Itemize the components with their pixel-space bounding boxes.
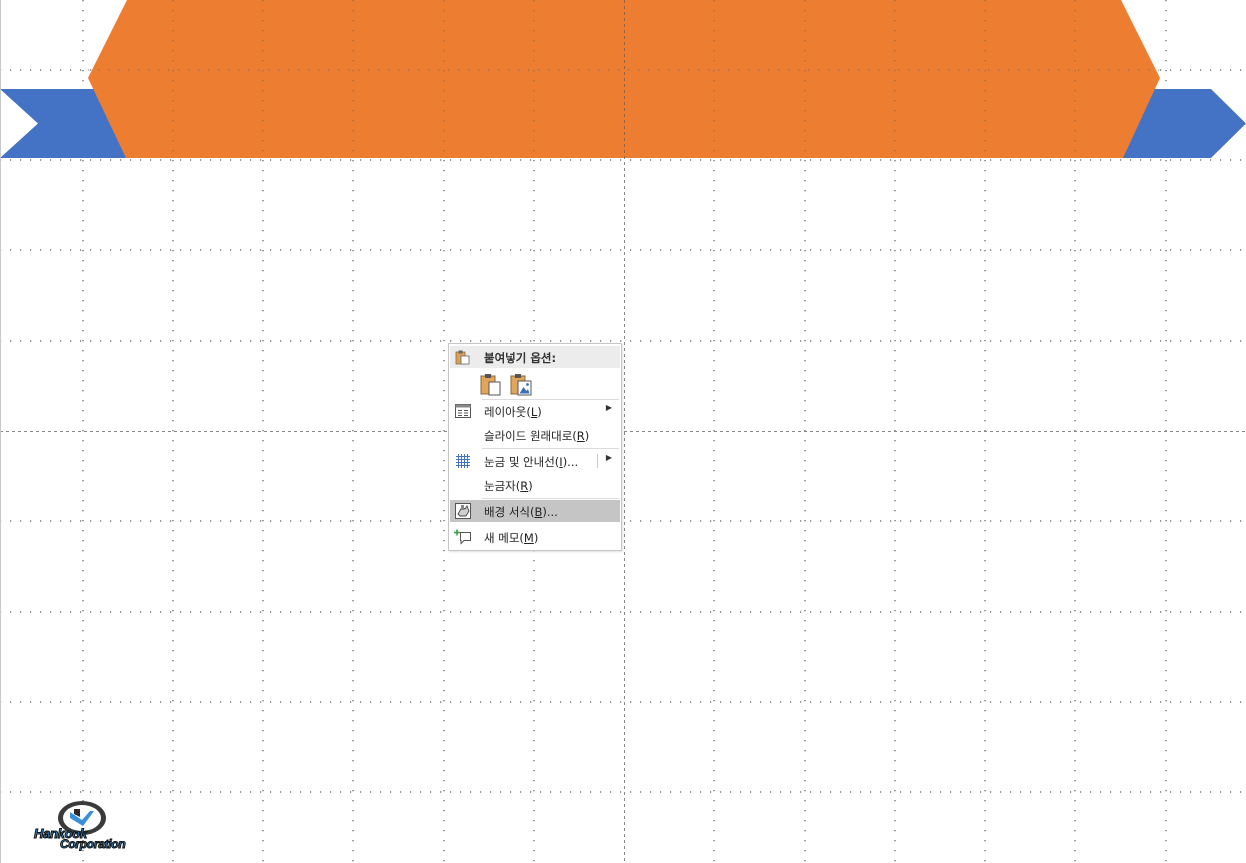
menu-item-reset-slide[interactable]: 슬라이드 원래대로(R): [450, 424, 620, 446]
slide-left-edge: [0, 0, 1, 863]
submenu-arrow-icon: ▶: [605, 403, 612, 412]
menu-item-label: 배경 서식(B)...: [484, 505, 558, 519]
menu-item-new-comment[interactable]: 새 메모(M): [450, 526, 620, 548]
layout-icon: [455, 404, 471, 418]
menu-item-format-background[interactable]: 배경 서식(B)...: [450, 500, 620, 522]
new-comment-icon: [454, 529, 471, 545]
paste-options-header: 붙여넣기 옵션:: [450, 346, 620, 368]
slide-canvas[interactable]: Hankook Corporation 붙여넣기 옵션: 레이아웃(L) ▶ 슬…: [0, 0, 1246, 863]
menu-item-ruler[interactable]: 눈금자(R): [450, 474, 620, 496]
paste-option-picture[interactable]: [508, 371, 534, 397]
menu-separator: [482, 498, 619, 499]
menu-item-layout[interactable]: 레이아웃(L) ▶: [450, 400, 620, 422]
menu-item-label: 새 메모(M): [484, 531, 539, 545]
company-logo: Hankook Corporation: [30, 798, 142, 854]
context-menu: 붙여넣기 옵션: 레이아웃(L) ▶ 슬라이드 원래대로(R) 눈금 및 안내선…: [448, 343, 622, 551]
menu-item-label: 슬라이드 원래대로(R): [484, 429, 590, 443]
clipboard-page-icon: [480, 374, 501, 396]
paste-option-use-destination-theme[interactable]: [478, 371, 504, 397]
banner-guides-overlay: [88, 0, 1160, 158]
submenu-divider: [597, 454, 598, 468]
paste-icon: [455, 350, 470, 365]
paste-options-label: 붙여넣기 옵션:: [484, 351, 557, 365]
clipboard-picture-icon: [510, 374, 532, 396]
menu-item-label: 레이아웃(L): [484, 405, 542, 419]
menu-separator: [482, 448, 619, 449]
grid-icon: [456, 454, 470, 468]
menu-item-grid-and-guides[interactable]: 눈금 및 안내선(I)... ▶: [450, 450, 620, 472]
format-background-icon: [455, 503, 471, 519]
submenu-arrow-icon: ▶: [605, 453, 612, 462]
logo-text-bottom: Corporation: [59, 837, 126, 852]
menu-item-label: 눈금자(R): [484, 479, 533, 493]
menu-item-label: 눈금 및 안내선(I)...: [484, 455, 579, 469]
